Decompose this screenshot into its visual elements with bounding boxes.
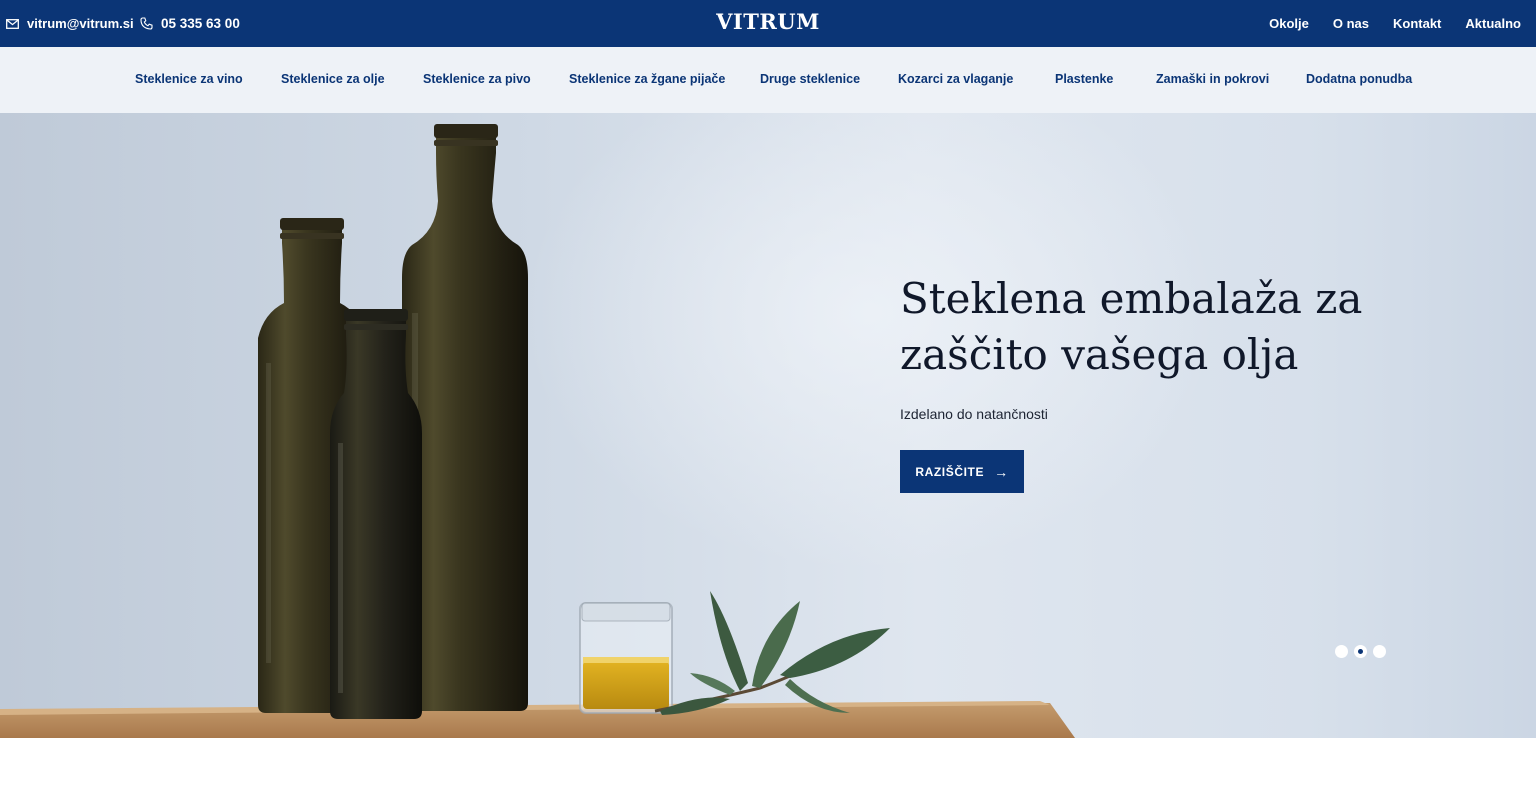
category-spirits-bottles[interactable]: Steklenice za žgane pijače [569,72,725,86]
top-nav-link-kontakt[interactable]: Kontakt [1393,16,1441,31]
phone-contact[interactable]: 05 335 63 00 [140,0,240,47]
category-caps-and-lids[interactable]: Zamaški in pokrovi [1156,72,1269,86]
brand-logo[interactable]: VITRUM [716,9,820,34]
top-nav-link-aktualno[interactable]: Aktualno [1465,16,1521,31]
phone-text: 05 335 63 00 [161,16,240,31]
envelope-icon [6,18,19,29]
explore-button[interactable]: RAZIŠČITE → [900,450,1024,493]
category-beer-bottles[interactable]: Steklenice za pivo [423,72,531,86]
category-oil-bottles[interactable]: Steklenice za olje [281,72,385,86]
slider-dot-2[interactable] [1354,645,1367,658]
slider-dot-3[interactable] [1373,645,1386,658]
category-wine-bottles[interactable]: Steklenice za vino [135,72,243,86]
category-preserving-jars[interactable]: Kozarci za vlaganje [898,72,1013,86]
hero-image-oil-bottles [0,124,1075,738]
hero-title-line-1: Steklena embalaža za [900,274,1363,323]
top-nav-link-o-nas[interactable]: O nas [1333,16,1369,31]
top-nav-link-okolje[interactable]: Okolje [1269,16,1309,31]
hero-title: Steklena embalaža za zaščito vašega olja [900,271,1420,383]
category-plastic-bottles[interactable]: Plastenke [1055,72,1113,86]
phone-icon [140,17,153,30]
top-nav: Okolje O nas Kontakt Aktualno [1245,0,1521,47]
explore-button-label: RAZIŠČITE [915,464,985,479]
arrow-right-icon: → [994,463,1009,480]
category-nav: Steklenice za vino Steklenice za olje St… [0,47,1536,113]
top-bar: vitrum@vitrum.si 05 335 63 00 VITRUM Oko… [0,0,1536,47]
hero-title-line-2: zaščito vašega olja [900,330,1299,379]
hero-subtitle: Izdelano do natančnosti [900,406,1048,422]
category-additional-offer[interactable]: Dodatna ponudba [1306,72,1412,86]
hero-slider: Steklena embalaža za zaščito vašega olja… [0,113,1536,738]
email-contact[interactable]: vitrum@vitrum.si [6,0,134,47]
slider-dot-1[interactable] [1335,645,1348,658]
email-text: vitrum@vitrum.si [27,16,134,31]
slider-pagination [1335,645,1392,658]
category-other-bottles[interactable]: Druge steklenice [760,72,860,86]
